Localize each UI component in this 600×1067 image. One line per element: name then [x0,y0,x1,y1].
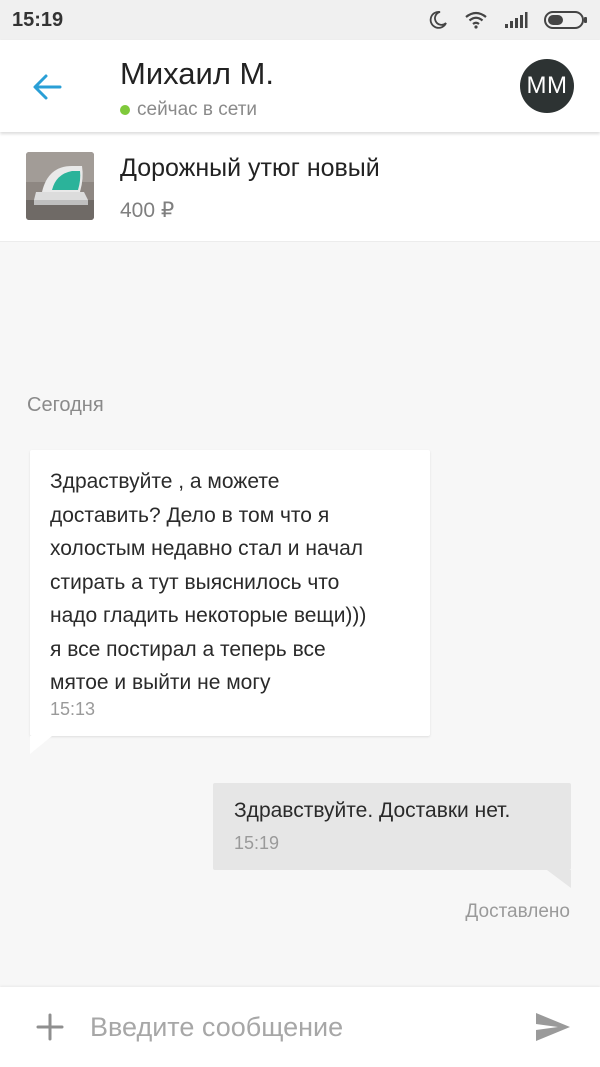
incoming-message[interactable]: Здраствуйте , а можете доставить? Дело в… [30,450,430,754]
bubble-tail [547,870,571,888]
message-text: Здравствуйте. Доставки нет. [234,799,511,822]
listing-card[interactable]: Дорожный утюг новый 400 ₽ [0,132,600,242]
status-icons [412,8,588,32]
online-status: сейчас в сети [120,99,257,121]
message-composer [0,987,600,1067]
attach-button[interactable] [30,1007,70,1047]
send-button[interactable] [530,1007,576,1047]
signal-icon [505,12,528,28]
message-text: Здраствуйте , а можете доставить? Дело в… [50,470,367,694]
contact-name[interactable]: Михаил М. [120,56,274,92]
listing-price: 400 ₽ [120,199,175,222]
plus-icon [36,1013,64,1041]
listing-title: Дорожный утюг новый [120,154,380,182]
back-button[interactable] [22,64,72,110]
bubble-tail [30,736,52,754]
status-time: 15:19 [12,9,64,31]
delivery-status: Доставлено [465,901,570,922]
wifi-icon [465,11,487,29]
iron-photo-icon [26,152,94,220]
online-status-text: сейчас в сети [137,99,258,120]
message-time: 15:13 [50,699,96,719]
date-separator: Сегодня [27,394,104,416]
avatar[interactable]: ММ [520,59,574,113]
arrow-left-icon [33,74,62,100]
chat-header: Михаил М. сейчас в сети ММ [0,40,600,132]
send-icon [536,1013,570,1041]
online-dot-icon [120,105,130,115]
message-input[interactable] [88,1005,512,1049]
status-bar: 15:19 [0,0,600,40]
moon-icon [429,11,447,29]
listing-thumbnail [26,152,94,220]
message-time: 15:19 [234,833,280,853]
battery-icon [544,11,587,29]
outgoing-message[interactable]: Здравствуйте. Доставки нет. 15:19 [213,783,571,888]
